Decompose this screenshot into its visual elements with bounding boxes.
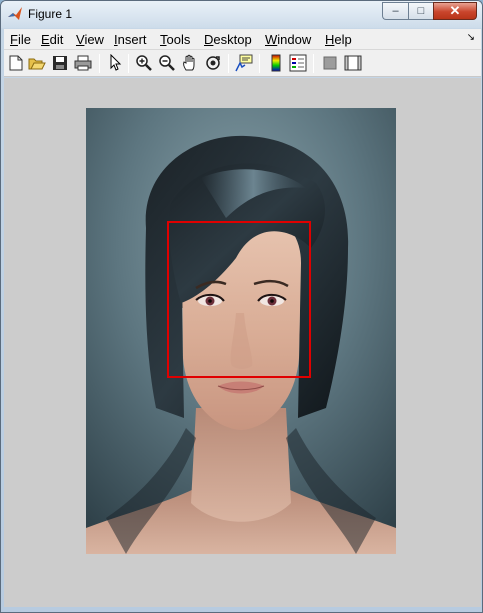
figure-toolbar [4, 50, 481, 77]
toolbar-separator [228, 54, 229, 73]
toolbar-separator [313, 54, 314, 73]
maximize-icon: □ [417, 5, 425, 17]
image-axes[interactable] [86, 108, 396, 554]
toolbar-separator [128, 54, 129, 73]
toolbar-separator [99, 54, 100, 73]
menu-file[interactable]: File [10, 32, 31, 47]
maximize-button[interactable]: □ [408, 2, 433, 20]
print-icon[interactable] [74, 54, 92, 72]
save-icon[interactable] [51, 54, 69, 72]
menu-bar: File Edit View Insert Tools Desktop Wind… [4, 29, 481, 50]
rotate-3d-icon[interactable] [204, 54, 222, 72]
minimize-icon: – [392, 5, 399, 17]
window-bottom-border [1, 607, 482, 612]
menu-edit[interactable]: Edit [41, 32, 63, 47]
pan-hand-icon[interactable] [181, 54, 199, 72]
close-button[interactable]: ✕ [433, 2, 477, 20]
menu-help[interactable]: Help [325, 32, 352, 47]
menu-view[interactable]: View [76, 32, 104, 47]
detection-bounding-box [167, 221, 311, 378]
colorbar-icon[interactable] [267, 54, 285, 72]
figure-window: Figure 1 – □ ✕ File Edit View Insert Too… [0, 0, 483, 613]
open-file-icon[interactable] [28, 54, 46, 72]
toolbar-separator [259, 54, 260, 73]
minimize-button[interactable]: – [382, 2, 408, 20]
new-figure-icon[interactable] [7, 54, 25, 72]
window-title: Figure 1 [28, 7, 73, 21]
close-icon: ✕ [449, 3, 461, 18]
matlab-logo-icon [7, 6, 23, 22]
zoom-out-icon[interactable] [158, 54, 176, 72]
menu-desktop[interactable]: Desktop [204, 32, 252, 47]
data-cursor-icon[interactable] [235, 54, 253, 72]
menu-window[interactable]: Window [265, 32, 311, 47]
menu-overflow-arrow-icon[interactable]: ↘ [467, 32, 475, 43]
menu-insert[interactable]: Insert [114, 32, 147, 47]
menu-tools[interactable]: Tools [160, 32, 190, 47]
show-plot-tools-icon[interactable] [344, 54, 362, 72]
title-bar[interactable]: Figure 1 – □ ✕ [1, 1, 482, 28]
edit-plot-pointer-icon[interactable] [106, 54, 124, 72]
hide-plot-tools-icon[interactable] [321, 54, 339, 72]
legend-icon[interactable] [289, 54, 307, 72]
figure-canvas [4, 78, 481, 609]
zoom-in-icon[interactable] [135, 54, 153, 72]
